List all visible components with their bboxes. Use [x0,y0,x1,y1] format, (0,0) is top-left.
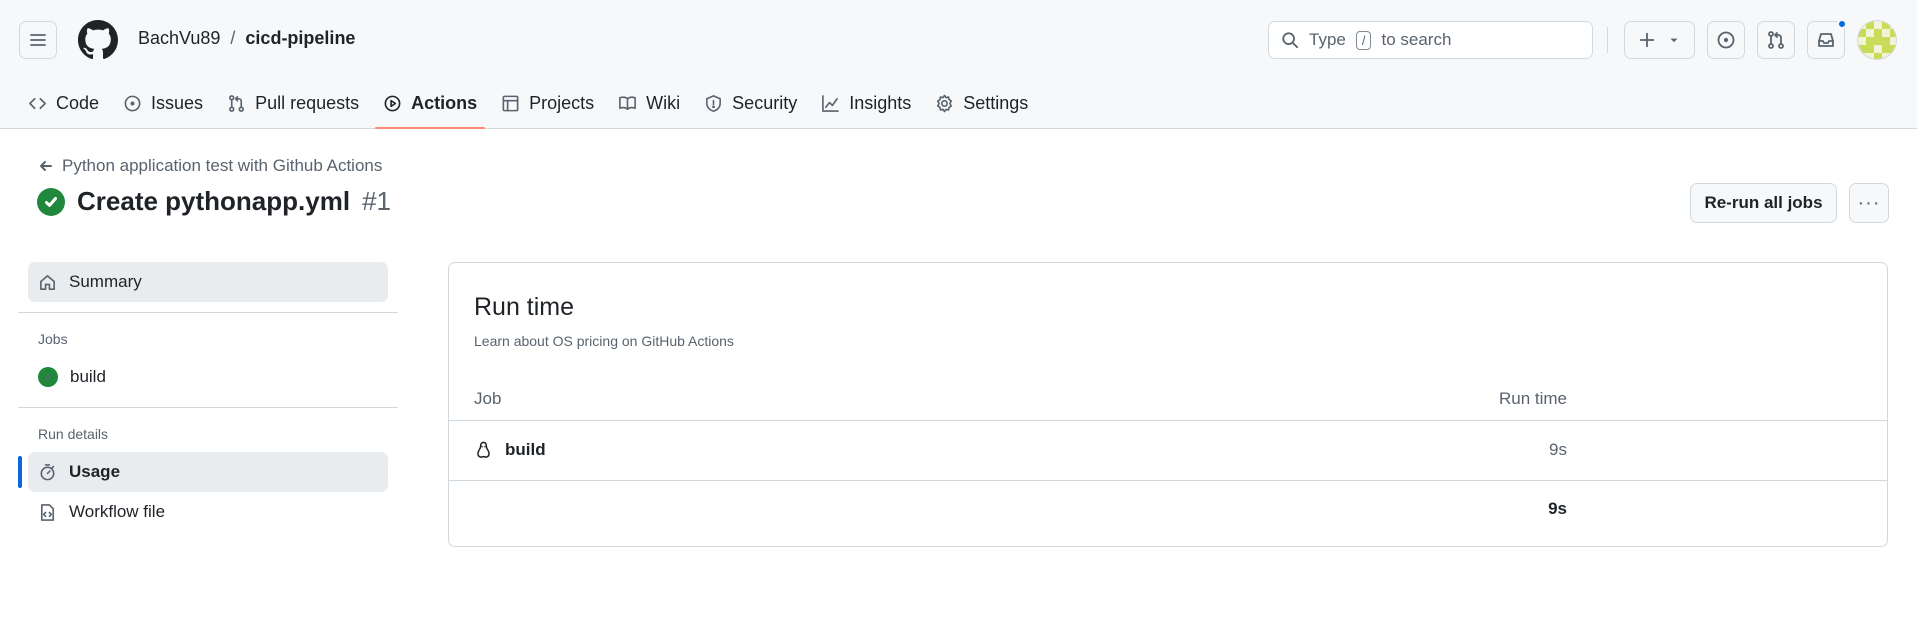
notification-indicator [1837,19,1847,29]
tab-projects[interactable]: Projects [489,79,606,128]
jobs-heading: Jobs [38,331,68,347]
total-row: 9s [449,481,1887,540]
usage-table-header: Job Run time [449,381,1887,421]
tab-label: Security [732,93,798,113]
tab-label: Settings [963,93,1029,113]
repo-breadcrumb: BachVu89 / cicd-pipeline [138,28,355,49]
repo-link[interactable]: cicd-pipeline [245,28,355,49]
stopwatch-icon [40,463,55,480]
sidebar-item-label: Workflow file [69,502,166,521]
search-placeholder-prefix: Type [1309,30,1346,49]
tab-security[interactable]: Security [692,79,809,128]
tab-pull-requests[interactable]: Pull requests [215,79,371,128]
tab-label: Actions [411,93,478,113]
job-run-time: 9s [1549,440,1567,459]
sidebar-item-usage[interactable]: Usage [18,452,388,492]
play-icon [384,95,401,112]
job-name[interactable]: build [505,440,546,460]
run-name: Create pythonapp.yml [77,186,351,216]
total-run-time: 9s [1548,499,1567,518]
more-options-button[interactable]: ··· [1849,183,1889,223]
breadcrumb-separator: / [230,28,236,48]
sidebar-item-workflow-file[interactable]: Workflow file [28,492,388,532]
sidebar-item-summary[interactable]: Summary [28,262,388,302]
menu-button[interactable] [19,21,57,59]
tab-label: Wiki [646,93,681,113]
issue-opened-icon [1717,31,1735,49]
tab-label: Code [56,93,100,113]
pricing-link[interactable]: Learn about OS pricing on GitHub Actions [474,333,734,349]
avatar[interactable] [1857,20,1897,60]
tab-label: Insights [849,93,912,113]
graph-icon [822,95,840,112]
home-icon [40,274,55,290]
tab-code[interactable]: Code [16,79,111,128]
workflow-name: Python application test with Github Acti… [62,156,383,175]
gear-icon [937,94,953,113]
global-bar: BachVu89 / cicd-pipeline Type / to searc… [0,0,1917,80]
triangle-down-icon [1670,38,1678,43]
rerun-all-jobs-button[interactable]: Re-run all jobs [1690,183,1837,223]
book-icon [619,96,637,111]
pull-requests-button[interactable] [1757,21,1795,59]
create-new-button[interactable] [1624,21,1695,59]
issue-opened-icon [124,95,141,112]
sidebar-item-job-build[interactable]: build [28,357,388,397]
tab-settings[interactable]: Settings [923,79,1040,128]
run-details-heading: Run details [38,426,109,442]
identicon [1858,21,1896,59]
usage-card: Run time Learn about OS pricing on GitHu… [448,262,1888,547]
column-header-run-time: Run time [1498,389,1567,408]
arrow-left-icon [40,161,52,171]
column-header-job: Job [474,389,502,408]
job-cell: build [474,440,546,460]
issues-button[interactable] [1707,21,1745,59]
sidebar-item-label: build [70,367,106,386]
github-logo[interactable] [78,20,118,60]
pull-request-icon [229,95,245,112]
plus-icon [1640,32,1655,48]
inbox-button[interactable] [1807,19,1847,59]
shield-icon [706,95,722,112]
code-icon [29,97,46,110]
tab-label: Pull requests [255,93,360,113]
tab-actions[interactable]: Actions [371,79,489,129]
search-placeholder-suffix: to search [1381,30,1452,49]
search-input[interactable]: Type / to search [1268,21,1593,59]
sidebar-item-label: Usage [69,462,121,481]
search-shortcut-key: / [1355,30,1372,50]
run-number: #1 [362,186,391,216]
workflow-back-link[interactable]: Python application test with Github Acti… [38,156,382,176]
owner-link[interactable]: BachVu89 [138,28,220,49]
app-header: BachVu89 / cicd-pipeline Type / to searc… [0,0,1917,129]
menu-icon [30,34,46,46]
success-check-icon [37,187,65,216]
tab-issues[interactable]: Issues [111,79,215,128]
success-check-icon [38,367,58,387]
tab-insights[interactable]: Insights [809,79,923,128]
sidebar-item-label: Summary [69,272,142,291]
repo-tabs: Code Issues Pull requests Actions Projec… [16,79,1040,129]
table-icon [502,95,519,112]
linux-icon [477,441,490,458]
tab-wiki[interactable]: Wiki [606,79,692,128]
run-sidebar: Summary Jobs build Run details Usage Wor… [18,262,398,532]
run-title: Create pythonapp.yml #1 [37,186,391,217]
usage-title: Run time [474,293,575,321]
inbox-icon [1818,33,1834,47]
header-divider [1607,27,1608,53]
tab-label: Issues [151,93,204,113]
pull-request-icon [1768,31,1784,49]
tab-label: Projects [529,93,595,113]
file-code-icon [40,503,55,521]
table-row: build 9s [449,422,1887,481]
search-icon [1282,32,1299,49]
